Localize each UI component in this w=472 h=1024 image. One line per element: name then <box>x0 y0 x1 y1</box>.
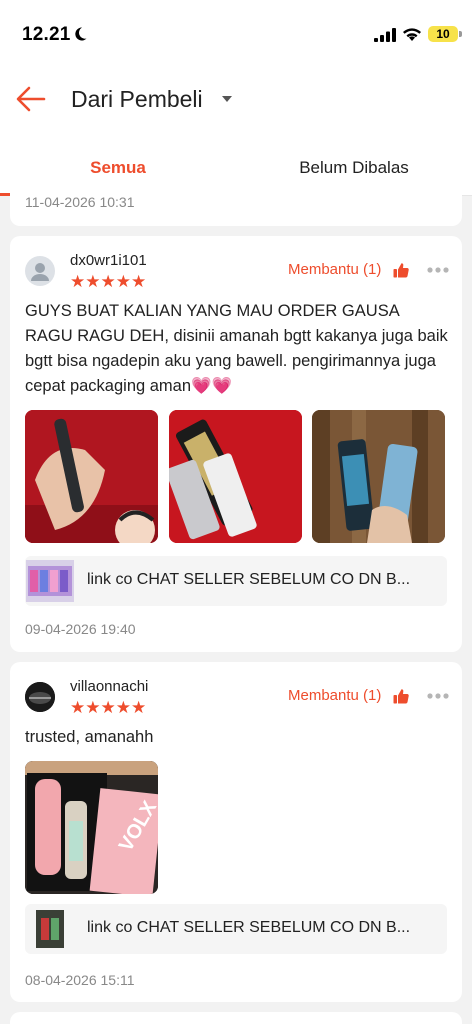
review-text: GUYS BUAT KALIAN YANG MAU ORDER GAUSA RA… <box>25 302 448 395</box>
more-options-icon[interactable] <box>426 266 450 274</box>
review-card: dx0wr1i101 ★★★★★ Membantu (1) GUYS BUAT … <box>10 236 462 652</box>
review-card: villaonnachi ★★★★★ Membantu (1) trusted,… <box>10 662 462 1002</box>
reviewer-username: dx0wr1i101 <box>70 252 147 269</box>
status-bar: 12.21 10 <box>0 0 472 68</box>
review-date: 09-04-2026 19:40 <box>25 621 136 637</box>
reviewer-username: villaonnachi <box>70 678 149 695</box>
review-photo[interactable] <box>25 410 158 543</box>
review-photo[interactable]: VOLX <box>25 761 158 894</box>
product-thumbnail-image <box>26 560 74 602</box>
avatar-image <box>25 682 55 712</box>
review-card-previous: 11-04-2026 10:31 <box>10 184 462 226</box>
avatar[interactable] <box>25 256 55 286</box>
review-photo-image <box>169 410 302 543</box>
caret-down-icon[interactable] <box>222 96 232 102</box>
review-card-next <box>10 1012 462 1024</box>
thumbs-up-icon[interactable] <box>393 688 409 704</box>
product-link-text[interactable]: link co CHAT SELLER SEBELUM CO DN B... <box>87 919 410 937</box>
wifi-icon <box>403 28 421 41</box>
avatar[interactable] <box>25 682 55 712</box>
product-link-text[interactable]: link co CHAT SELLER SEBELUM CO DN B... <box>87 571 410 589</box>
review-date: 11-04-2026 10:31 <box>25 194 135 210</box>
product-link[interactable]: link co CHAT SELLER SEBELUM CO DN B... <box>25 556 447 606</box>
tab-belum-dibalas[interactable]: Belum Dibalas <box>236 158 472 178</box>
product-thumbnail <box>26 560 74 602</box>
more-options-icon[interactable] <box>426 692 450 700</box>
review-date: 08-04-2026 15:11 <box>25 972 135 988</box>
helpful-label[interactable]: Membantu (1) <box>288 261 381 278</box>
product-thumbnail-image <box>26 908 74 950</box>
back-arrow-icon[interactable] <box>14 82 48 116</box>
review-photo-image <box>25 410 158 543</box>
star-rating: ★★★★★ <box>70 698 147 717</box>
tab-semua[interactable]: Semua <box>0 158 236 178</box>
product-thumbnail <box>26 908 74 950</box>
star-rating: ★★★★★ <box>70 272 147 291</box>
review-photo[interactable] <box>312 410 445 543</box>
default-avatar-icon <box>31 263 49 281</box>
helpful-label[interactable]: Membantu (1) <box>288 687 381 704</box>
thumbs-up-icon[interactable] <box>393 262 409 278</box>
review-photo-image <box>312 410 445 543</box>
app-header: Dari Pembeli <box>0 68 472 140</box>
review-photo[interactable] <box>169 410 302 543</box>
status-time: 12.21 <box>22 24 71 45</box>
moon-icon <box>75 27 87 41</box>
review-photo-image: VOLX <box>25 761 158 894</box>
page-title[interactable]: Dari Pembeli <box>71 86 203 113</box>
battery-tip <box>459 31 462 37</box>
battery-icon: 10 <box>428 26 458 42</box>
product-link[interactable]: link co CHAT SELLER SEBELUM CO DN B... <box>25 904 447 954</box>
review-text: trusted, amanahh <box>25 728 154 746</box>
signal-icon <box>374 28 396 42</box>
